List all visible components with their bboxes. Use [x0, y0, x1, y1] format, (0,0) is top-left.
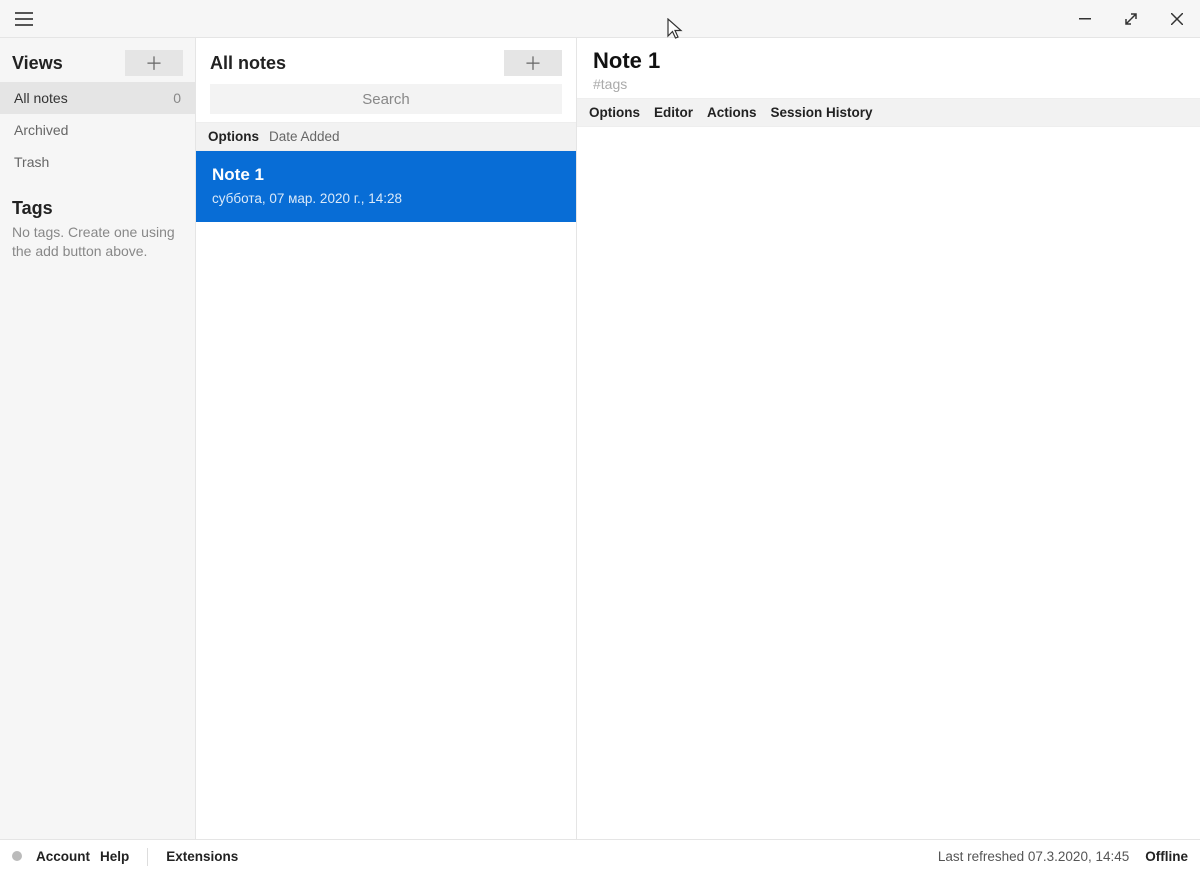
- sidebar: Views ＋ All notes 0 Archived Trash Tags …: [0, 38, 196, 839]
- tags-empty-text: No tags. Create one using the add button…: [12, 223, 183, 261]
- notes-toolbar: Options Date Added: [196, 122, 576, 151]
- menu-button[interactable]: [10, 5, 38, 33]
- sidebar-item-trash[interactable]: Trash: [0, 146, 195, 178]
- tags-title: Tags: [12, 198, 183, 219]
- footer-extensions[interactable]: Extensions: [166, 849, 238, 864]
- minimize-button[interactable]: [1062, 1, 1108, 37]
- note-title-input[interactable]: [593, 48, 1184, 74]
- search-input[interactable]: [210, 84, 562, 114]
- sidebar-item-label: All notes: [14, 90, 68, 106]
- footer: Account Help Extensions Last refreshed 0…: [0, 839, 1200, 873]
- editor-panel: Options Editor Actions Session History: [577, 38, 1200, 839]
- footer-last-refreshed: Last refreshed 07.3.2020, 14:45: [938, 849, 1129, 864]
- editor-toolbar: Options Editor Actions Session History: [577, 98, 1200, 127]
- sidebar-item-label: Archived: [14, 122, 68, 138]
- notes-toolbar-options[interactable]: Options: [208, 129, 259, 144]
- close-icon: [1171, 13, 1183, 25]
- plus-icon: ＋: [524, 50, 542, 76]
- note-tags-input[interactable]: [593, 76, 1184, 92]
- note-item-date: суббота, 07 мар. 2020 г., 14:28: [212, 191, 560, 206]
- maximize-button[interactable]: [1108, 1, 1154, 37]
- hamburger-icon: [15, 12, 33, 26]
- notes-toolbar-date-added[interactable]: Date Added: [269, 129, 340, 144]
- notes-panel: All notes ＋ Options Date Added Note 1 су…: [196, 38, 577, 839]
- views-title: Views: [12, 53, 63, 74]
- editor-toolbar-editor[interactable]: Editor: [654, 105, 693, 120]
- plus-icon: ＋: [145, 50, 163, 76]
- main-area: Views ＋ All notes 0 Archived Trash Tags …: [0, 37, 1200, 839]
- maximize-icon: [1124, 12, 1138, 26]
- notes-panel-title: All notes: [210, 53, 286, 74]
- footer-account[interactable]: Account: [36, 849, 90, 864]
- sidebar-item-all-notes[interactable]: All notes 0: [0, 82, 195, 114]
- status-dot-icon: [12, 851, 22, 861]
- editor-toolbar-options[interactable]: Options: [589, 105, 640, 120]
- status-indicator: [12, 849, 26, 864]
- footer-separator: [147, 848, 148, 866]
- sidebar-item-label: Trash: [14, 154, 49, 170]
- footer-help[interactable]: Help: [100, 849, 129, 864]
- sidebar-item-count: 0: [173, 90, 181, 106]
- note-body-editor[interactable]: [577, 127, 1200, 839]
- editor-toolbar-session-history[interactable]: Session History: [771, 105, 873, 120]
- titlebar: [0, 0, 1200, 37]
- editor-toolbar-actions[interactable]: Actions: [707, 105, 757, 120]
- minimize-icon: [1079, 13, 1091, 25]
- footer-offline[interactable]: Offline: [1145, 849, 1188, 864]
- add-note-button[interactable]: ＋: [504, 50, 562, 76]
- sidebar-item-archived[interactable]: Archived: [0, 114, 195, 146]
- note-list-item[interactable]: Note 1 суббота, 07 мар. 2020 г., 14:28: [196, 151, 576, 222]
- add-view-button[interactable]: ＋: [125, 50, 183, 76]
- note-item-title: Note 1: [212, 165, 560, 185]
- close-button[interactable]: [1154, 1, 1200, 37]
